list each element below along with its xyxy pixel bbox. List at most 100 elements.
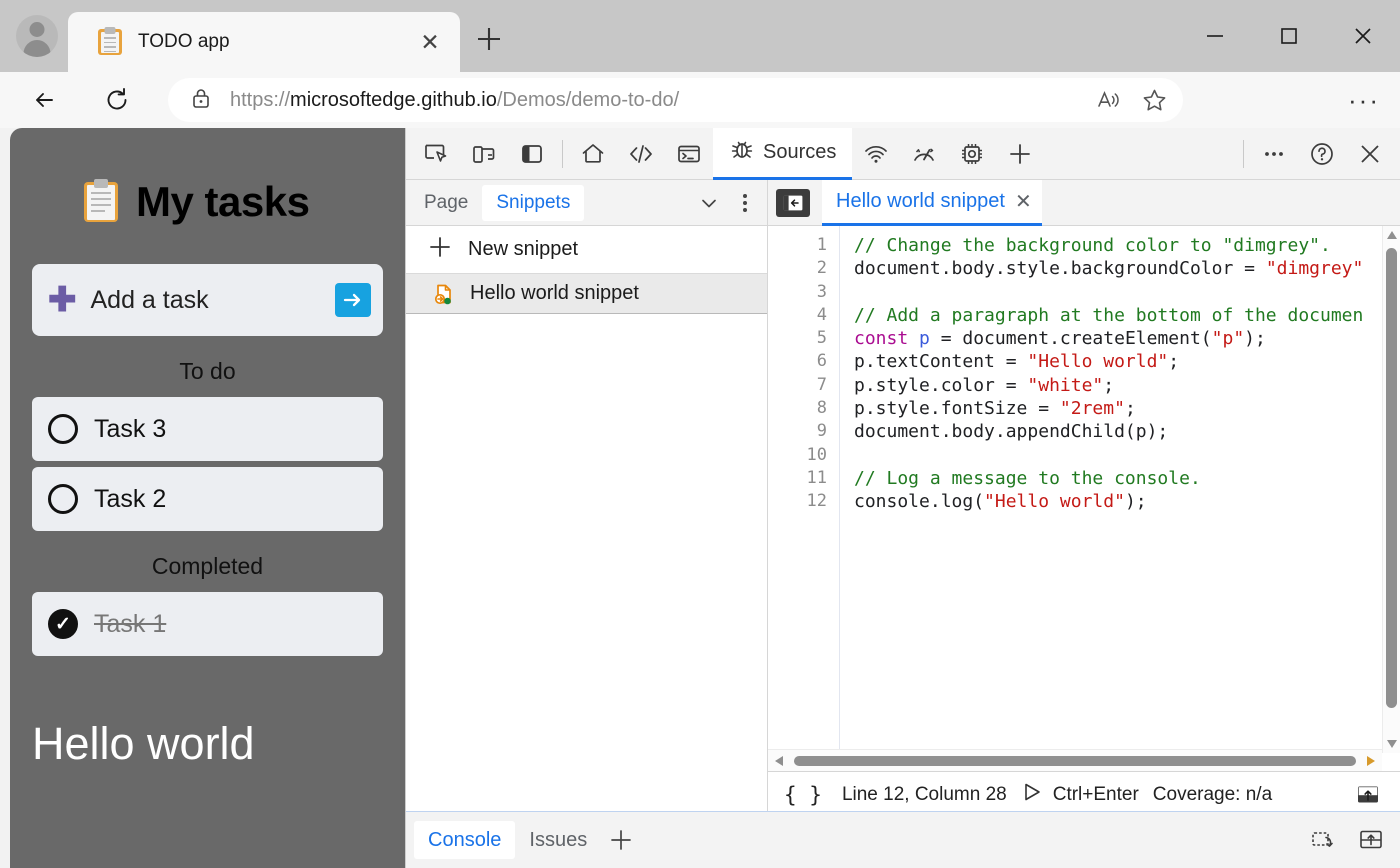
devtools-drawer: Console Issues — [406, 811, 1400, 868]
navigator-tab-label: Snippets — [496, 192, 570, 214]
navigator-tab-snippets[interactable]: Snippets — [482, 185, 584, 221]
device-toggle-icon[interactable] — [460, 132, 508, 176]
snippet-list-item[interactable]: Hello world snippet — [406, 274, 767, 314]
plus-icon — [428, 235, 452, 264]
scroll-left-arrow-icon[interactable] — [768, 755, 790, 767]
editor-tab-hello-world-snippet[interactable]: Hello world snippet ✕ — [822, 180, 1042, 226]
read-aloud-icon[interactable] — [1085, 81, 1131, 119]
drawer-tab-console[interactable]: Console — [414, 821, 515, 859]
new-snippet-button[interactable]: New snippet — [406, 226, 767, 274]
line-number: 1 — [768, 234, 827, 257]
code-line: console.log("Hello world"); — [854, 490, 1382, 513]
add-task-input[interactable]: ✚ Add a task — [32, 264, 383, 336]
toolbar-divider-right — [1243, 140, 1244, 168]
task-item[interactable]: ✓ Task 1 — [32, 592, 383, 656]
line-number: 7 — [768, 374, 827, 397]
clipboard-icon — [98, 29, 122, 55]
scroll-right-arrow-icon[interactable] — [1360, 755, 1382, 767]
add-panel-icon[interactable] — [996, 132, 1044, 176]
network-wifi-icon[interactable] — [852, 132, 900, 176]
code-line: // Log a message to the console. — [854, 467, 1382, 490]
horizontal-scroll-thumb[interactable] — [794, 756, 1356, 766]
vertical-scroll-thumb[interactable] — [1386, 248, 1397, 708]
drawer-tab-label: Console — [428, 829, 501, 852]
scroll-down-arrow-icon[interactable] — [1383, 735, 1400, 753]
close-icon[interactable]: ✕ — [414, 26, 446, 58]
devtools-body: Page Snippets — [406, 180, 1400, 817]
drawer-dock-to-bottom-icon[interactable] — [1349, 823, 1393, 857]
devtools-close-icon[interactable] — [1346, 132, 1394, 176]
performance-gauge-icon[interactable] — [900, 132, 948, 176]
browser-tab-todo-app[interactable]: TODO app ✕ — [68, 12, 460, 72]
code-line — [854, 444, 1382, 467]
code-editor[interactable]: 123456789101112 // Change the background… — [768, 226, 1400, 771]
new-snippet-label: New snippet — [468, 238, 578, 261]
injected-paragraph: Hello world — [32, 718, 383, 770]
editor-vertical-scrollbar[interactable] — [1382, 226, 1400, 753]
checkbox-checked-icon[interactable]: ✓ — [48, 609, 78, 639]
url-host: microsoftedge.github.io — [290, 89, 497, 111]
navigator-tab-label: Page — [424, 192, 468, 214]
window-close-icon[interactable] — [1326, 0, 1400, 72]
console-terminal-icon[interactable] — [665, 132, 713, 176]
close-icon[interactable]: ✕ — [1015, 189, 1032, 214]
code-line: const p = document.createElement("p"); — [854, 327, 1382, 350]
help-circle-icon[interactable] — [1298, 132, 1346, 176]
drawer-tab-issues[interactable]: Issues — [515, 821, 601, 859]
navigator-tab-page[interactable]: Page — [410, 185, 482, 221]
sources-bug-icon — [729, 136, 755, 168]
toolbar-divider — [562, 140, 563, 168]
back-arrow-icon[interactable] — [24, 79, 66, 121]
memory-chip-icon[interactable] — [948, 132, 996, 176]
code-content[interactable]: // Change the background color to "dimgr… — [840, 226, 1382, 753]
inspect-element-icon[interactable] — [412, 132, 460, 176]
restore-drawer-icon[interactable] — [1301, 823, 1345, 857]
maximize-icon[interactable] — [1252, 0, 1326, 72]
source-editor-pane: Hello world snippet ✕ 123456789101112 //… — [768, 180, 1400, 817]
address-bar[interactable]: https://microsoftedge.github.io/Demos/de… — [168, 78, 1183, 122]
snippet-name: Hello world snippet — [470, 282, 639, 305]
code-line: p.textContent = "Hello world"; — [854, 350, 1382, 373]
line-number: 12 — [768, 490, 827, 513]
devtools-tab-sources[interactable]: Sources — [713, 128, 852, 180]
checkbox-unchecked-icon[interactable] — [48, 484, 78, 514]
kebab-menu-icon[interactable] — [727, 185, 763, 221]
line-number: 11 — [768, 467, 827, 490]
snippet-file-icon — [432, 282, 456, 306]
focus-mode-icon[interactable] — [508, 132, 556, 176]
elements-code-icon[interactable] — [617, 132, 665, 176]
browser-settings-ellipsis-icon[interactable]: ··· — [1340, 79, 1388, 121]
star-icon[interactable] — [1131, 81, 1177, 119]
navigator-tabbar: Page Snippets — [406, 180, 767, 226]
minimize-icon[interactable] — [1178, 0, 1252, 72]
editor-horizontal-scrollbar[interactable] — [768, 749, 1382, 771]
home-icon[interactable] — [569, 132, 617, 176]
new-tab-button[interactable] — [470, 20, 508, 58]
line-number: 5 — [768, 327, 827, 350]
run-snippet-button[interactable]: Ctrl+Enter — [1021, 781, 1139, 809]
refresh-icon[interactable] — [96, 79, 138, 121]
profile-button[interactable] — [8, 8, 66, 64]
checkbox-unchecked-icon[interactable] — [48, 414, 78, 444]
task-item[interactable]: Task 3 — [32, 397, 383, 461]
line-number: 4 — [768, 304, 827, 327]
drawer-add-tab-icon[interactable] — [601, 821, 641, 859]
devtools-more-ellipsis-icon[interactable] — [1250, 132, 1298, 176]
devtools-toolbar: Sources — [406, 128, 1400, 180]
plus-icon: ✚ — [48, 283, 77, 317]
arrow-right-icon[interactable] — [335, 283, 371, 317]
task-item[interactable]: Task 2 — [32, 467, 383, 531]
devtools-panel: Sources — [405, 128, 1400, 868]
code-line — [854, 281, 1382, 304]
devtools-tab-label: Sources — [763, 141, 836, 164]
scroll-up-arrow-icon[interactable] — [1383, 226, 1400, 244]
chevron-down-icon[interactable] — [691, 185, 727, 221]
pretty-print-braces-icon[interactable]: { } — [778, 783, 828, 807]
task-label: Task 1 — [94, 610, 166, 639]
url-path: /Demos/demo-to-do/ — [497, 89, 679, 111]
section-label-todo: To do — [32, 358, 383, 385]
todo-app-header: My tasks — [84, 178, 383, 226]
dock-to-bottom-icon[interactable] — [1346, 778, 1390, 812]
tab-title: TODO app — [138, 31, 414, 53]
navigator-toggle-icon[interactable] — [776, 189, 810, 217]
